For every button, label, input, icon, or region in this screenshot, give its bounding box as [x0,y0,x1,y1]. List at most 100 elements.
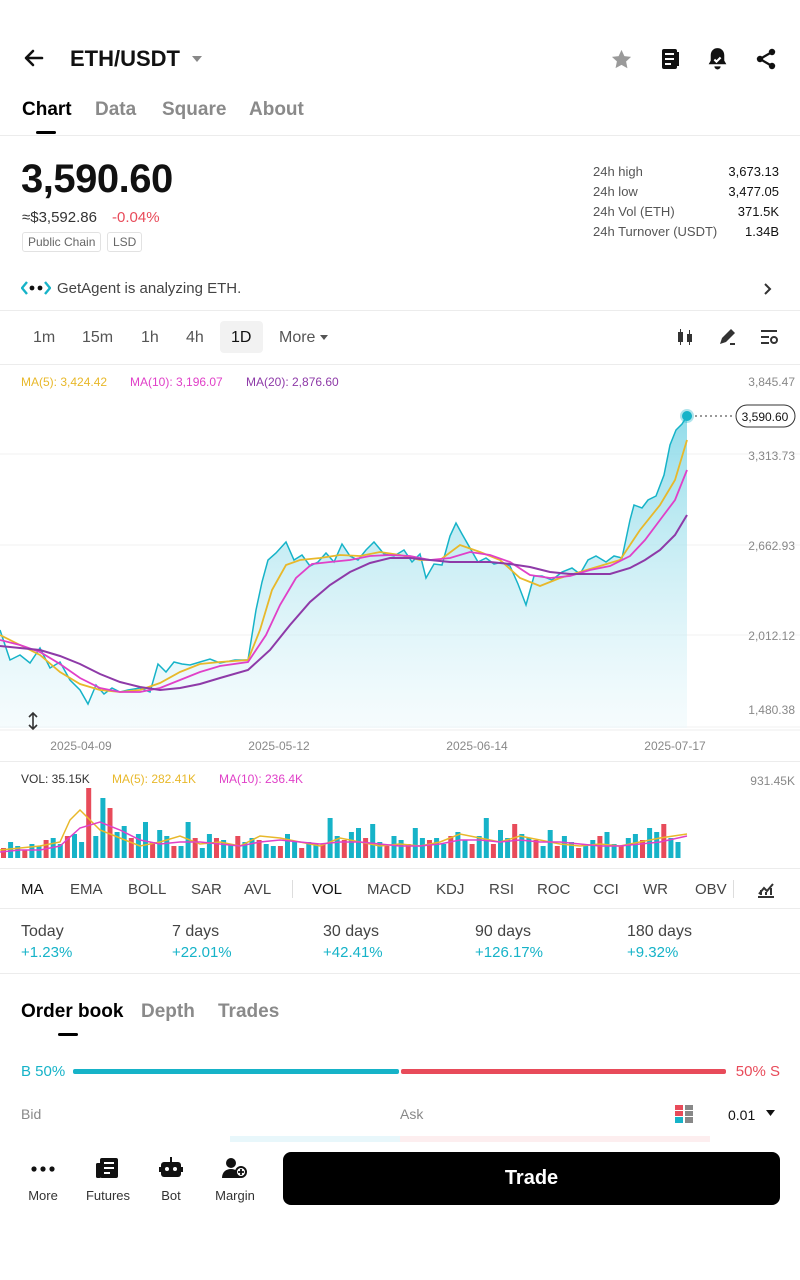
fiat-price: ≈$3,592.86 [22,209,97,226]
volume-bar [363,838,369,858]
star-icon[interactable] [610,48,633,71]
bot-icon[interactable] [159,1157,183,1179]
tab-trades[interactable]: Trades [218,1001,279,1023]
timeframe-more[interactable]: More [279,329,315,347]
perf-value: +9.32% [627,944,679,961]
indicator-cci[interactable]: CCI [593,881,619,898]
price-chart[interactable]: 3,590.60 3,845.47 3,313.73 2,662.93 2,01… [0,370,800,760]
tab-chart[interactable]: Chart [22,99,72,121]
volume-bar [86,788,92,858]
tag-public-chain[interactable]: Public Chain [22,232,102,252]
indicator-settings-icon[interactable] [757,880,775,898]
volume-bar [441,844,447,858]
timeframe-1d[interactable]: 1D [231,329,251,347]
margin-icon[interactable] [222,1157,248,1179]
book-layout-icon[interactable] [674,1104,694,1124]
caret-down-icon [320,335,328,341]
volume-bar [632,834,638,858]
timeframe-15m[interactable]: 15m [82,329,113,347]
chart-settings-icon[interactable] [759,327,779,347]
volume-bar [533,840,539,858]
chevron-right-icon [763,282,773,296]
indicator-boll[interactable]: BOLL [128,881,166,898]
indicator-sar[interactable]: SAR [191,881,222,898]
timeframe-1m[interactable]: 1m [33,329,55,347]
indicator-macd[interactable]: MACD [367,881,411,898]
perf-value: +1.23% [21,944,73,961]
nav-more-label[interactable]: More [8,1188,78,1203]
volume-bar [348,832,354,858]
indicator-obv[interactable]: OBV [695,881,727,898]
tabs-divider [0,135,800,136]
timeframe-4h[interactable]: 4h [186,329,204,347]
nav-margin-label[interactable]: Margin [200,1188,270,1203]
tab-about[interactable]: About [249,99,304,121]
ask-header: Ask [400,1106,424,1122]
agent-banner[interactable]: GetAgent is analyzing ETH. [0,270,800,306]
volume-bar [391,836,397,858]
tab-depth[interactable]: Depth [141,1001,195,1023]
price-change: -0.04% [112,209,160,226]
back-arrow-icon[interactable] [22,46,46,70]
volume-bar [270,846,276,858]
pair-title[interactable]: ETH/USDT [70,46,180,72]
notes-icon[interactable] [658,47,682,71]
stat-value: 3,673.13 [728,164,779,179]
sell-ratio-bar [401,1069,726,1074]
volume-bar [597,836,603,858]
volume-divider [0,868,800,869]
futures-icon[interactable] [95,1157,119,1179]
indicator-vol[interactable]: VOL [312,881,342,898]
nav-futures-label[interactable]: Futures [73,1188,143,1203]
volume-bar [384,846,390,858]
draw-tool-icon[interactable] [717,327,737,347]
tab-order-book[interactable]: Order book [21,1001,123,1023]
indicator-roc[interactable]: ROC [537,881,570,898]
perf-label: 90 days [475,923,532,940]
indicator-avl[interactable]: AVL [244,881,271,898]
indicator-ema[interactable]: EMA [70,881,103,898]
perf-divider [0,973,800,974]
volume-bar [398,840,404,858]
volume-bar [356,828,361,858]
candlestick-icon[interactable] [675,327,695,347]
tag-lsd[interactable]: LSD [107,232,143,252]
tab-square[interactable]: Square [162,99,226,121]
volume-bar [93,836,99,858]
agent-icon [21,279,51,297]
indicator-kdj[interactable]: KDJ [436,881,464,898]
precision-select[interactable]: 0.01 [728,1107,755,1123]
last-price: 3,590.60 [21,157,173,201]
stat-value: 3,477.05 [728,184,779,199]
price-axis-tick: 2,662.93 [748,539,795,553]
volume-chart[interactable] [0,780,800,860]
stat-value: 371.5K [737,204,779,219]
volume-bar [668,838,674,858]
indicator-ma[interactable]: MA [21,881,44,898]
volume-bar [277,846,283,858]
share-icon[interactable] [754,47,778,71]
chart-divider [0,761,800,762]
precision-caret-icon[interactable] [766,1110,775,1117]
volume-bar [427,840,432,858]
stat-label: 24h high [593,164,643,179]
volume-bar [483,818,489,858]
tab-data[interactable]: Data [95,99,136,121]
volume-bar [128,838,134,858]
indicator-rsi[interactable]: RSI [489,881,514,898]
indicator-wr[interactable]: WR [643,881,668,898]
tab-underline [36,131,56,134]
timeframe-1h[interactable]: 1h [141,329,159,347]
chevron-down-icon[interactable] [191,54,203,64]
price-alert-icon[interactable] [705,46,730,71]
agent-text: GetAgent is analyzing ETH. [57,280,242,297]
date-axis-tick: 2025-05-12 [248,739,310,753]
volume-bar [79,842,85,858]
trade-button[interactable]: Trade [283,1152,780,1205]
price-axis-tick: 1,480.38 [748,703,795,717]
more-icon[interactable] [31,1159,55,1179]
volume-bar [498,830,503,858]
volume-bar [675,842,681,858]
nav-bot-label[interactable]: Bot [136,1188,206,1203]
agent-divider [0,310,800,311]
